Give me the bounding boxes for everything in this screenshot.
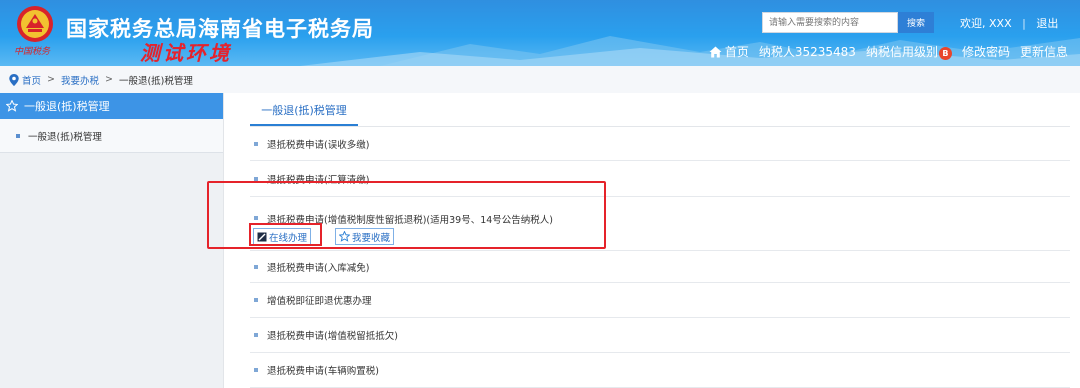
logout-link[interactable]: 退出	[1036, 17, 1058, 30]
list-item[interactable]: 增值税即征即退优惠办理	[250, 283, 1070, 318]
credit-level-link[interactable]: 纳税信用级别 B	[866, 43, 952, 60]
list-item-label: 退抵税费申请(入库减免)	[267, 262, 370, 274]
welcome-text: 欢迎,	[960, 17, 986, 30]
user-name: XXX	[989, 17, 1012, 30]
tax-emblem-icon	[17, 6, 53, 42]
bullet-icon	[254, 368, 258, 372]
bullet-icon	[254, 176, 258, 181]
credit-level-label: 纳税信用级别	[865, 45, 938, 59]
home-icon	[709, 46, 722, 57]
list-item[interactable]: 退抵税费申请(车辆购置税)	[250, 353, 1070, 388]
list-item-label: 退抵税费申请(汇算清缴)	[267, 174, 370, 186]
bullet-icon	[16, 133, 20, 138]
online-button-annotation-box	[249, 223, 322, 246]
location-pin-icon	[9, 73, 19, 86]
list-item[interactable]: 退抵税费申请(增值税留抵抵欠)	[250, 318, 1070, 353]
welcome-bar: 欢迎, XXX | 退出	[960, 15, 1058, 31]
home-link[interactable]: 首页	[709, 43, 749, 60]
breadcrumb-home[interactable]: 首页	[22, 73, 41, 87]
credit-grade-badge: B	[938, 47, 952, 60]
sidebar-item-refund-management[interactable]: 一般退(抵)税管理	[0, 119, 223, 153]
search-input[interactable]	[762, 12, 898, 33]
list-item-label: 退抵税费申请(增值税留抵抵欠)	[267, 331, 398, 342]
sidebar: 一般退(抵)税管理 一般退(抵)税管理	[0, 93, 224, 388]
sidebar-item-label: 一般退(抵)税管理	[28, 131, 102, 143]
change-password-link[interactable]: 修改密码	[962, 43, 1010, 60]
bullet-icon	[254, 333, 258, 337]
bullet-icon	[254, 141, 258, 146]
list-item-label: 退抵税费申请(误收多缴)	[267, 139, 370, 151]
search-button[interactable]: 搜索	[898, 12, 934, 33]
sidebar-header-label: 一般退(抵)税管理	[24, 100, 110, 113]
site-header: 中国税务 国家税务总局海南省电子税务局 测试环境 搜索 欢迎, XXX | 退出…	[0, 0, 1080, 66]
list-item-label: 退抵税费申请(车辆购置税)	[267, 366, 379, 377]
list-item[interactable]: 退抵税费申请(汇算清缴)	[250, 161, 1070, 197]
breadcrumb-tax[interactable]: 我要办税	[61, 73, 99, 87]
bullet-icon	[254, 216, 258, 220]
star-outline-icon	[6, 100, 18, 112]
home-link-label: 首页	[724, 45, 749, 59]
breadcrumb-separator: >	[105, 74, 113, 85]
environment-badge: 测试环境	[140, 41, 232, 65]
favorite-button[interactable]: 我要收藏	[335, 228, 395, 245]
list-item[interactable]: 退抵税费申请(入库减免)	[250, 251, 1070, 283]
sidebar-header[interactable]: 一般退(抵)税管理	[0, 93, 223, 119]
breadcrumb-separator: >	[47, 74, 55, 85]
tab-refund-management[interactable]: 一般退(抵)税管理	[250, 93, 358, 126]
favorite-label: 我要收藏	[352, 232, 391, 244]
bullet-icon	[254, 298, 258, 302]
bullet-icon	[254, 264, 258, 269]
emblem-caption: 中国税务	[13, 47, 50, 57]
update-info-link[interactable]: 更新信息	[1020, 43, 1068, 60]
list-item[interactable]: 退抵税费申请(误收多缴)	[250, 127, 1070, 161]
breadcrumb-current: 一般退(抵)税管理	[118, 75, 193, 87]
list-item-label: 增值税即征即退优惠办理	[267, 296, 372, 307]
star-outline-icon	[339, 231, 350, 242]
top-nav: 首页 纳税人35235483 纳税信用级别 B 修改密码 更新信息	[709, 43, 1068, 60]
taxpayer-link[interactable]: 纳税人35235483	[759, 43, 856, 60]
separator: |	[1022, 17, 1026, 30]
breadcrumb: 首页 > 我要办税 > 一般退(抵)税管理	[0, 66, 1080, 93]
